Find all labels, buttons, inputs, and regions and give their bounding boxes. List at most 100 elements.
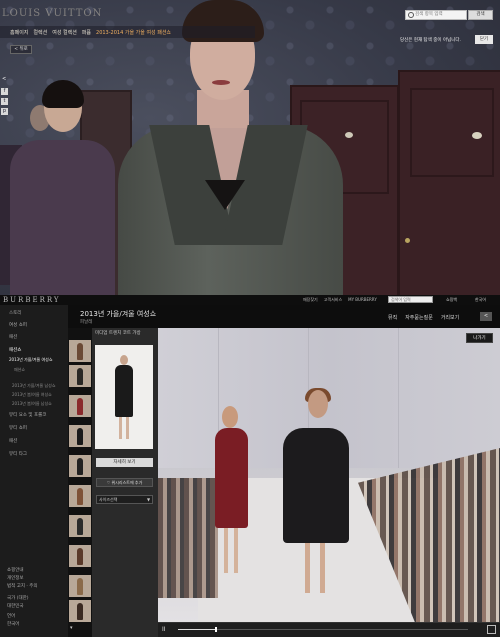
look-thumbnail[interactable] [69, 395, 91, 417]
look-thumbnail[interactable] [69, 340, 91, 362]
model-leg [224, 528, 228, 573]
exit-button[interactable]: 나가기 [466, 333, 493, 343]
burberry-fashion-show-panel: BURBERRY 매장찾기 고객서비스 MY BURBERRY 검색어 입력 쇼… [0, 295, 500, 637]
product-model-head [120, 355, 128, 365]
look-thumbnail[interactable] [69, 600, 91, 622]
back-button[interactable]: < 뒤로 [10, 45, 32, 54]
look-thumbnail[interactable] [69, 365, 91, 387]
main-model-lips [212, 80, 230, 85]
sidebar-item-beauty[interactable]: 뷰티 요소 및 포롤코 [9, 412, 46, 418]
inner-top [205, 180, 245, 210]
look-thumbnail[interactable] [69, 425, 91, 447]
nav-home[interactable]: 홈페이지 [10, 29, 28, 36]
footer-link-shopping-guide[interactable]: 쇼핑안내 [7, 567, 24, 573]
sidebar-item-fashion[interactable]: 패션 [9, 334, 17, 340]
product-trench-coat [115, 365, 133, 417]
sidebar-item-ss13-women[interactable]: 2013년 봄/여름 여성쇼 [12, 392, 52, 398]
tab-faq[interactable]: 자주묻는질문 [405, 314, 433, 321]
lv-search-input[interactable]: 검색 항목 입력 [405, 10, 467, 20]
door-knob [345, 132, 353, 138]
country-value[interactable]: 대한민국 [7, 603, 24, 609]
burberry-sidebar: 스토리 여성 쇼퍼 패션 패션쇼 2013년 가을/겨울 여성쇼 패션쇼 201… [0, 305, 68, 637]
sidebar-item-beauty-shopper[interactable]: 뷰티 쇼퍼 [9, 425, 27, 431]
product-model-leg [119, 417, 122, 439]
page-subtitle: 피날레 [80, 320, 93, 325]
country-label[interactable]: 국가 (대한) [7, 595, 29, 601]
nav-perfume[interactable]: 퍼퓸 [82, 29, 91, 36]
notice-text: 당신은 현재 탐색 중이 아닙니다. [400, 38, 461, 43]
chevron-down-icon: ▼ [147, 497, 151, 502]
door-panel [410, 88, 494, 177]
model-leg [305, 543, 310, 593]
model-leg [234, 528, 238, 573]
customer-service-link[interactable]: 고객서비스 [324, 297, 342, 303]
backdrop-line [398, 328, 399, 468]
product-label: 미디엄 트렌치 코트 가방 [95, 331, 141, 336]
add-to-wishlist-button[interactable]: ♡ 위시리스트에 추가 [96, 478, 153, 487]
look-thumbnail[interactable] [69, 485, 91, 507]
sidebar-item-beauty-tag[interactable]: 뷰티 타그 [9, 451, 27, 457]
close-button[interactable]: 닫기 [475, 35, 493, 44]
fullscreen-icon[interactable] [487, 625, 496, 634]
page-title: 2013년 가을/겨울 여성쇼 [80, 310, 157, 318]
sidebar-item-women-shopper[interactable]: 여성 쇼퍼 [9, 322, 27, 328]
video-tabs: 뮤직 자주묻는질문 거리보기 [388, 314, 459, 321]
seek-bar-progress [178, 629, 216, 630]
share-icon[interactable]: < [2, 76, 7, 82]
seek-bar-handle[interactable] [215, 627, 217, 632]
view-details-button[interactable]: 자세히 보기 [96, 458, 153, 467]
look-thumbnail[interactable] [69, 575, 91, 597]
look-thumbnail[interactable] [69, 455, 91, 477]
store-finder-link[interactable]: 매장찾기 [303, 297, 318, 303]
search-icon [408, 12, 414, 18]
nav-fashion-show[interactable]: 2013-2014 가을 가을 여성 패션쇼 [96, 29, 171, 36]
language-label: 언어 [7, 614, 16, 619]
audience-left [158, 478, 218, 598]
sidebar-item-fashion-2[interactable]: 패션 [9, 438, 17, 444]
louis-vuitton-logo[interactable]: LOUIS VUITTON [2, 8, 102, 19]
share-button[interactable]: < [480, 312, 492, 321]
footer-link-legal[interactable]: 법적 고지 · 주의 [7, 583, 38, 589]
collapse-down-icon[interactable]: ▾ [70, 625, 73, 631]
background-model-coat [10, 140, 115, 295]
lv-search-button[interactable]: 검색 [468, 10, 493, 20]
nav-women-collection[interactable]: 여성 컬렉션 [52, 29, 77, 36]
louis-vuitton-fashion-show-panel: LOUIS VUITTON 홈페이지 컬렉션 여성 컬렉션 퍼퓸 2013-20… [0, 0, 500, 295]
product-image[interactable] [95, 345, 153, 449]
language-value[interactable]: 한국어 [7, 621, 19, 627]
sidebar-item-ss13-men[interactable]: 2013년 봄/여름 남성쇼 [12, 401, 52, 407]
footer-link-privacy[interactable]: 개인정보 [7, 575, 24, 581]
product-model-leg [126, 417, 129, 439]
tab-music[interactable]: 뮤직 [388, 314, 397, 321]
burberry-search-input[interactable]: 검색어 입력 [388, 296, 433, 303]
look-thumbnail[interactable] [69, 515, 91, 537]
door-knob [472, 132, 482, 139]
nav-collection[interactable]: 컬렉션 [33, 29, 47, 36]
pinterest-icon[interactable]: p [1, 108, 8, 115]
sidebar-item-show[interactable]: 패션쇼 [14, 367, 25, 373]
seek-bar[interactable] [178, 629, 468, 630]
model-black-trench [283, 428, 349, 543]
door-lock [405, 238, 410, 243]
shopping-bag-link[interactable]: 쇼핑백 [446, 297, 457, 303]
look-thumbnail[interactable] [69, 545, 91, 567]
size-select[interactable]: 사이즈선택 [96, 495, 153, 504]
language-link[interactable]: 한국어 [475, 297, 486, 303]
sidebar-item-aw13-women[interactable]: 2013년 가을/겨울 여성쇼 [9, 357, 53, 363]
model-leg [320, 543, 325, 593]
top-links: 매장찾기 고객서비스 MY BURBERRY [303, 297, 377, 303]
model-red-trench [215, 428, 248, 528]
my-burberry-link[interactable]: MY BURBERRY [348, 297, 377, 303]
sidebar-item-fashion-show[interactable]: 패션쇼 [9, 347, 21, 353]
pause-icon[interactable]: II [162, 626, 166, 633]
twitter-icon[interactable]: t [1, 98, 8, 105]
model-head [222, 406, 238, 428]
burberry-logo[interactable]: BURBERRY [3, 296, 61, 304]
sidebar-item-story[interactable]: 스토리 [9, 310, 21, 316]
runway-video[interactable] [158, 328, 500, 622]
model-head [308, 390, 328, 418]
facebook-icon[interactable]: f [1, 88, 8, 95]
sidebar-item-aw13-men[interactable]: 2013년 가을/겨울 남성쇼 [12, 383, 56, 389]
tab-street-view[interactable]: 거리보기 [441, 314, 459, 321]
lv-nav-bar: 홈페이지 컬렉션 여성 컬렉션 퍼퓸 2013-2014 가을 가을 여성 패션… [0, 26, 255, 38]
